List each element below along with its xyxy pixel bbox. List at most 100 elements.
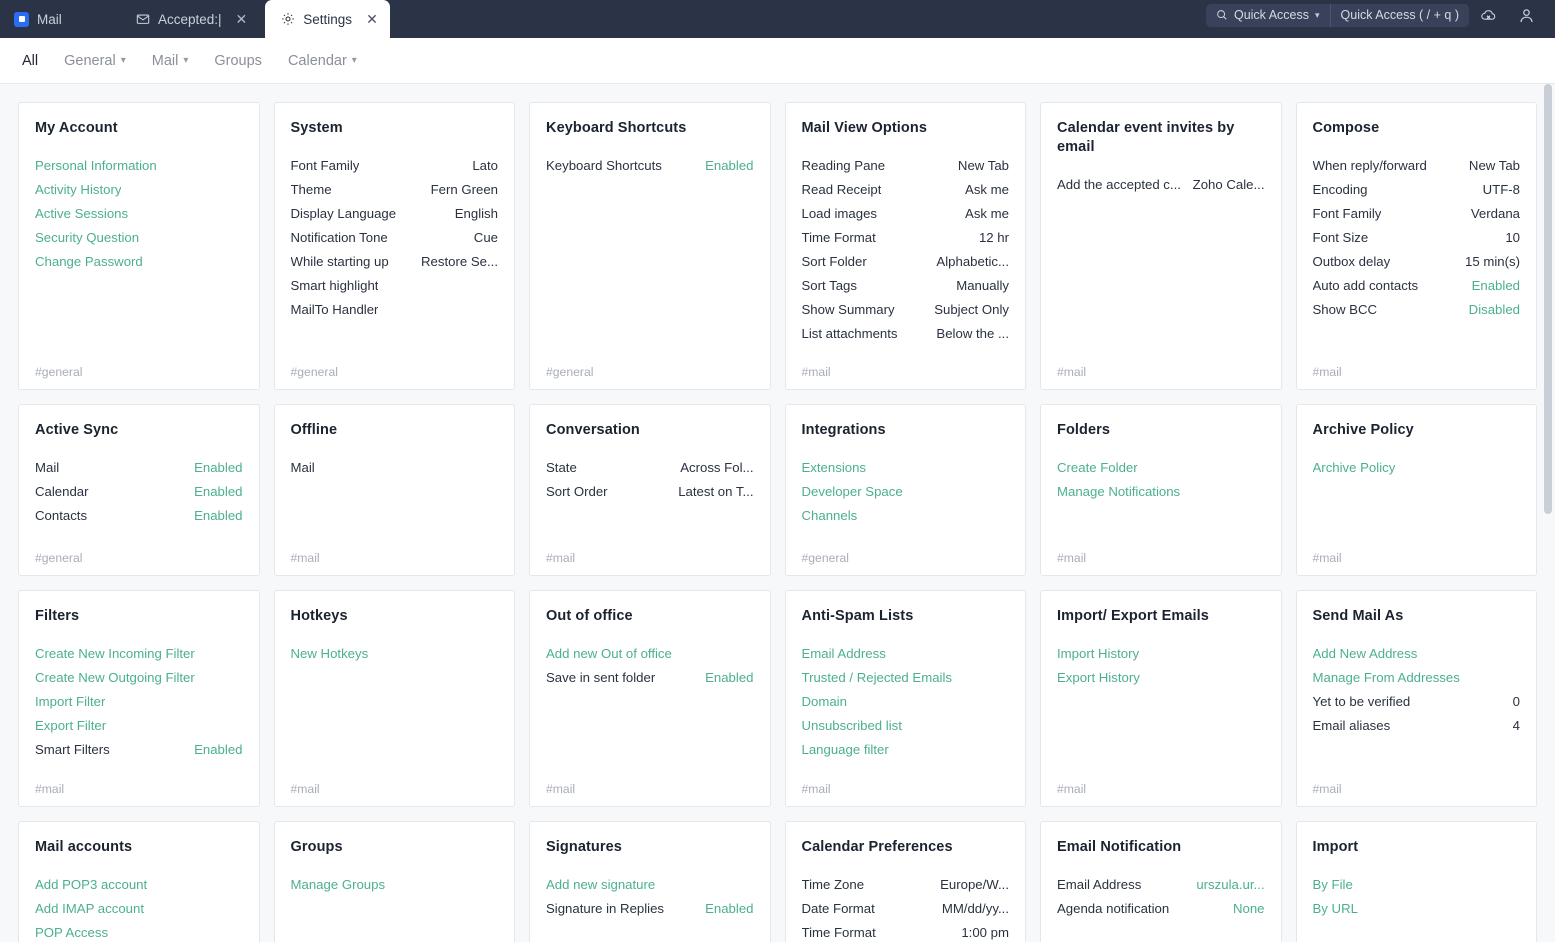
settings-row-label[interactable]: Developer Space xyxy=(802,480,903,504)
settings-card[interactable]: Send Mail As Add New Address Manage From A… xyxy=(1295,590,1537,807)
settings-row-label[interactable]: Domain xyxy=(802,690,847,714)
quick-access-shortcut-hint[interactable]: Quick Access ( / + q ) xyxy=(1331,4,1469,27)
settings-link-row[interactable]: Manage From Addresses xyxy=(1313,666,1521,690)
settings-card[interactable]: Archive Policy Archive Policy #mail xyxy=(1295,404,1537,576)
settings-link-row[interactable]: Trusted / Rejected Emails xyxy=(802,666,1010,690)
settings-value-row[interactable]: Read Receipt Ask me xyxy=(802,178,1010,202)
settings-link-row[interactable]: Add new Out of office xyxy=(546,642,754,666)
settings-card[interactable]: Mail accounts Add POP3 account Add IMAP ac… xyxy=(18,821,260,942)
settings-row-label[interactable]: Extensions xyxy=(802,456,867,480)
settings-row-label[interactable]: Import History xyxy=(1057,642,1139,666)
settings-link-row[interactable]: Add IMAP account xyxy=(35,897,243,921)
tab-accepted[interactable]: Accepted:| ✕ xyxy=(120,0,265,38)
settings-card[interactable]: Groups Manage Groups xyxy=(273,821,515,942)
settings-card[interactable]: Hotkeys New Hotkeys #mail xyxy=(273,590,515,807)
settings-row-label[interactable]: Import Filter xyxy=(35,690,105,714)
settings-card[interactable]: Conversation State Across Fol... Sort Order… xyxy=(529,404,771,576)
settings-value-row[interactable]: List attachments Below the ... xyxy=(802,322,1010,346)
settings-value-row[interactable]: Save in sent folder Enabled xyxy=(546,666,754,690)
settings-card[interactable]: Filters Create New Incoming Filter Create … xyxy=(18,590,260,807)
close-icon[interactable]: ✕ xyxy=(236,12,248,26)
settings-card[interactable]: Import/ Export Emails Import History Expor… xyxy=(1040,590,1282,807)
settings-row-label[interactable]: Personal Information xyxy=(35,154,157,178)
cloud-offline-icon[interactable] xyxy=(1469,6,1508,25)
settings-link-row[interactable]: Unsubscribed list xyxy=(802,714,1010,738)
settings-value-row[interactable]: Display Language English xyxy=(291,202,499,226)
settings-value-row[interactable]: Reading Pane New Tab xyxy=(802,154,1010,178)
settings-row-label[interactable]: New Hotkeys xyxy=(291,642,369,666)
tab-settings[interactable]: Settings ✕ xyxy=(265,0,390,38)
settings-row-label[interactable]: Create New Outgoing Filter xyxy=(35,666,195,690)
settings-value-row[interactable]: Email aliases 4 xyxy=(1313,714,1521,738)
settings-link-row[interactable]: Email Address xyxy=(802,642,1010,666)
settings-value-row[interactable]: Sort Tags Manually xyxy=(802,274,1010,298)
settings-card[interactable]: Email Notification Email Address urszula.u… xyxy=(1040,821,1282,942)
settings-value-row[interactable]: Font Family Verdana xyxy=(1313,202,1521,226)
settings-card[interactable]: Compose When reply/forward New Tab Encoding… xyxy=(1295,102,1537,390)
settings-link-row[interactable]: Export Filter xyxy=(35,714,243,738)
board-scrollbar-thumb[interactable] xyxy=(1544,84,1552,514)
settings-row-label[interactable]: Add new signature xyxy=(546,873,655,897)
settings-link-row[interactable]: Active Sessions xyxy=(35,202,243,226)
settings-value-row[interactable]: Add the accepted c... Zoho Cale... xyxy=(1057,173,1265,197)
settings-link-row[interactable]: Change Password xyxy=(35,250,243,274)
settings-card[interactable]: Anti-Spam Lists Email Address Trusted / Re… xyxy=(784,590,1026,807)
settings-row-label[interactable]: Archive Policy xyxy=(1313,456,1396,480)
tab-mail[interactable]: Mail xyxy=(0,0,120,38)
subnav-item-general[interactable]: General ▾ xyxy=(64,53,126,69)
settings-card[interactable]: Keyboard Shortcuts Keyboard Shortcuts Enab… xyxy=(529,102,771,390)
settings-value-row[interactable]: State Across Fol... xyxy=(546,456,754,480)
settings-row-label[interactable]: Manage From Addresses xyxy=(1313,666,1460,690)
settings-value-row[interactable]: Sort Folder Alphabetic... xyxy=(802,250,1010,274)
settings-row-label[interactable]: Language filter xyxy=(802,738,889,762)
settings-row-label[interactable]: Export History xyxy=(1057,666,1140,690)
settings-card[interactable]: Folders Create Folder Manage Notifications… xyxy=(1040,404,1282,576)
settings-row-label[interactable]: Add IMAP account xyxy=(35,897,144,921)
settings-value-row[interactable]: Outbox delay 15 min(s) xyxy=(1313,250,1521,274)
settings-value-row[interactable]: When reply/forward New Tab xyxy=(1313,154,1521,178)
subnav-item-groups[interactable]: Groups xyxy=(214,53,262,69)
settings-value-row[interactable]: Signature in Replies Enabled xyxy=(546,897,754,921)
settings-card[interactable]: Import By File By URL xyxy=(1295,821,1537,942)
settings-value-row[interactable]: Time Format 1:00 pm xyxy=(802,921,1010,942)
settings-value-row[interactable]: Agenda notification None xyxy=(1057,897,1265,921)
settings-row-label[interactable]: Email Address xyxy=(802,642,886,666)
settings-value-row[interactable]: Yet to be verified 0 xyxy=(1313,690,1521,714)
settings-value-row[interactable]: Load images Ask me xyxy=(802,202,1010,226)
settings-card[interactable]: Integrations Extensions Developer Space Cha… xyxy=(784,404,1026,576)
settings-value-row[interactable]: Theme Fern Green xyxy=(291,178,499,202)
settings-link-row[interactable]: By URL xyxy=(1313,897,1521,921)
settings-row-label[interactable]: Add new Out of office xyxy=(546,642,672,666)
settings-link-row[interactable]: Create Folder xyxy=(1057,456,1265,480)
settings-link-row[interactable]: Import History xyxy=(1057,642,1265,666)
settings-card[interactable]: Calendar Preferences Time Zone Europe/W...… xyxy=(784,821,1026,942)
subnav-item-mail[interactable]: Mail ▾ xyxy=(152,53,189,69)
settings-link-row[interactable]: Channels xyxy=(802,504,1010,528)
settings-row-label[interactable]: Channels xyxy=(802,504,858,528)
settings-link-row[interactable]: Developer Space xyxy=(802,480,1010,504)
settings-link-row[interactable]: New Hotkeys xyxy=(291,642,499,666)
settings-row-label[interactable]: Create Folder xyxy=(1057,456,1138,480)
settings-row-label[interactable]: Manage Groups xyxy=(291,873,386,897)
settings-card[interactable]: Out of office Add new Out of office Save i… xyxy=(529,590,771,807)
settings-row-label[interactable]: By File xyxy=(1313,873,1353,897)
settings-link-row[interactable]: Add New Address xyxy=(1313,642,1521,666)
user-avatar-icon[interactable] xyxy=(1508,7,1545,24)
settings-link-row[interactable]: Domain xyxy=(802,690,1010,714)
settings-link-row[interactable]: Export History xyxy=(1057,666,1265,690)
settings-row-label[interactable]: POP Access xyxy=(35,921,108,942)
settings-link-row[interactable]: Add new signature xyxy=(546,873,754,897)
settings-value-row[interactable]: Keyboard Shortcuts Enabled xyxy=(546,154,754,178)
settings-row-label[interactable]: By URL xyxy=(1313,897,1358,921)
settings-value-row[interactable]: Smart highlight xyxy=(291,274,499,298)
settings-value-row[interactable]: Smart Filters Enabled xyxy=(35,738,243,762)
settings-link-row[interactable]: Create New Outgoing Filter xyxy=(35,666,243,690)
settings-value-row[interactable]: Font Size 10 xyxy=(1313,226,1521,250)
settings-value-row[interactable]: While starting up Restore Se... xyxy=(291,250,499,274)
settings-value-row[interactable]: Notification Tone Cue xyxy=(291,226,499,250)
settings-value-row[interactable]: Date Format MM/dd/yy... xyxy=(802,897,1010,921)
settings-link-row[interactable]: By File xyxy=(1313,873,1521,897)
board-scrollbar[interactable] xyxy=(1543,84,1553,942)
subnav-item-calendar[interactable]: Calendar ▾ xyxy=(288,53,357,69)
quick-access-dropdown[interactable]: Quick Access ▾ xyxy=(1206,3,1331,27)
